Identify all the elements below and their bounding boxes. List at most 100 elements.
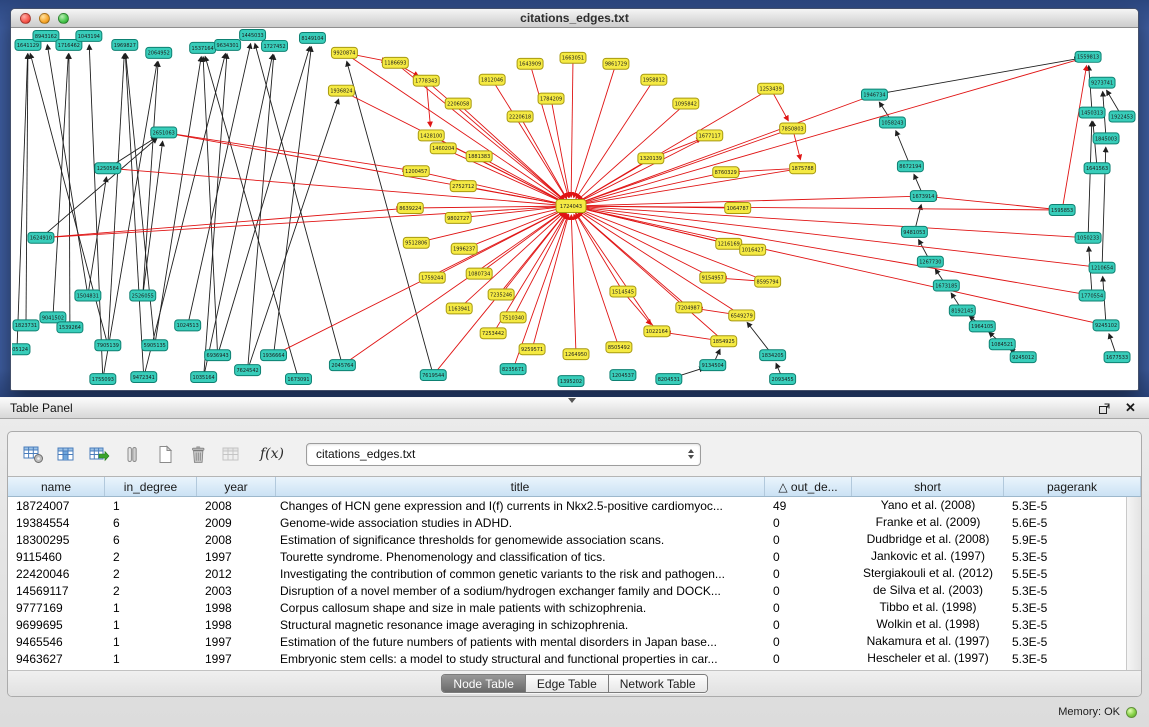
graph-node[interactable]: 1186693 (382, 57, 408, 68)
graph-node[interactable]: 1677533 (1104, 352, 1130, 363)
cell-out-degree[interactable]: 0 (765, 533, 852, 547)
float-panel-icon[interactable] (1096, 400, 1113, 417)
graph-node[interactable]: 1643909 (517, 58, 543, 69)
cell-pagerank[interactable]: 5.3E-5 (1004, 618, 1126, 632)
cell-name[interactable]: 9465546 (8, 635, 105, 649)
graph-node[interactable]: 8235671 (500, 364, 526, 375)
cell-title[interactable]: Tourette syndrome. Phenomenology and cla… (276, 550, 765, 564)
cell-year[interactable]: 2008 (197, 533, 276, 547)
graph-node[interactable]: 1854925 (711, 336, 737, 347)
graph-node[interactable]: 9472341 (131, 372, 157, 383)
graph-node[interactable]: 1035164 (191, 372, 217, 383)
tab-edge-table[interactable]: Edge Table (526, 675, 609, 692)
graph-node[interactable]: 1881383 (466, 151, 492, 162)
graph-node[interactable]: 1834205 (760, 350, 786, 361)
graph-node[interactable]: 9273741 (1089, 77, 1115, 88)
graph-node[interactable]: 1641563 (1084, 163, 1110, 174)
table-row[interactable]: 2242004622012Investigating the contribut… (8, 565, 1126, 582)
cell-title[interactable]: Genome-wide association studies in ADHD. (276, 516, 765, 530)
cell-in-degree[interactable]: 2 (105, 567, 197, 581)
graph-node[interactable]: 6549279 (729, 310, 755, 321)
cell-out-degree[interactable]: 49 (765, 499, 852, 513)
table-selector-dropdown[interactable]: citations_edges.txt (306, 443, 701, 466)
graph-node[interactable]: 1996237 (451, 243, 477, 254)
graph-node[interactable]: 1784209 (538, 93, 564, 104)
graph-node[interactable]: 1673185 (933, 280, 959, 291)
column-header-short[interactable]: short (852, 477, 1004, 496)
graph-node[interactable]: 1024513 (175, 320, 201, 331)
graph-node[interactable]: 1320139 (638, 153, 664, 164)
cell-name[interactable]: 22420046 (8, 567, 105, 581)
cell-pagerank[interactable]: 5.9E-5 (1004, 533, 1126, 547)
graph-node[interactable]: 1936824 (328, 85, 354, 96)
cell-short[interactable]: Jankovic et al. (1997) (852, 548, 1004, 565)
cell-out-degree[interactable]: 0 (765, 635, 852, 649)
cell-pagerank[interactable]: 5.3E-5 (1004, 635, 1126, 649)
graph-node[interactable]: 1875788 (790, 163, 816, 174)
graph-node[interactable]: 1084521 (989, 339, 1015, 350)
cell-in-degree[interactable]: 2 (105, 584, 197, 598)
cell-short[interactable]: Franke et al. (2009) (852, 514, 1004, 531)
graph-node[interactable]: 1755093 (90, 374, 116, 385)
graph-node[interactable]: 7204987 (676, 302, 702, 313)
graph-node[interactable]: 1050233 (1075, 232, 1101, 243)
graph-node[interactable]: 1022164 (644, 326, 670, 337)
graph-node[interactable]: 1624910 (28, 232, 54, 243)
cell-title[interactable]: Embryonic stem cells: a model to study s… (276, 652, 765, 666)
graph-node[interactable]: 1514545 (610, 286, 636, 297)
cell-pagerank[interactable]: 5.3E-5 (1004, 652, 1126, 666)
cell-short[interactable]: Stergiakouli et al. (2012) (852, 565, 1004, 582)
cell-short[interactable]: de Silva et al. (2003) (852, 582, 1004, 599)
cell-name[interactable]: 9115460 (8, 550, 105, 564)
table-row[interactable]: 946362711997Embryonic stem cells: a mode… (8, 650, 1126, 667)
cell-year[interactable]: 1997 (197, 652, 276, 666)
graph-node[interactable]: 1663051 (560, 52, 586, 63)
graph-node[interactable]: 1812046 (479, 74, 505, 85)
graph-node[interactable]: 1064787 (725, 203, 751, 214)
cell-pagerank[interactable]: 5.3E-5 (1004, 601, 1126, 615)
cell-name[interactable]: 18724007 (8, 499, 105, 513)
graph-node[interactable]: 9245102 (1093, 320, 1119, 331)
graph-node[interactable]: 7905139 (95, 340, 121, 351)
graph-node[interactable]: 1216169 (716, 238, 742, 249)
cell-in-degree[interactable]: 1 (105, 499, 197, 513)
zoom-button[interactable] (58, 13, 69, 24)
column-header-out_de[interactable]: △ out_de... (765, 477, 852, 496)
graph-node[interactable]: 1043194 (76, 30, 102, 41)
cell-pagerank[interactable]: 5.3E-5 (1004, 584, 1126, 598)
cell-out-degree[interactable]: 0 (765, 618, 852, 632)
graph-node[interactable]: 9245012 (1010, 352, 1036, 363)
new-document-icon[interactable] (152, 441, 178, 467)
tab-node-table[interactable]: Node Table (442, 675, 526, 692)
table-settings-icon[interactable] (20, 441, 46, 467)
cell-title[interactable]: Estimation of significance thresholds fo… (276, 533, 765, 547)
graph-node[interactable]: 9134504 (700, 360, 726, 371)
cell-pagerank[interactable]: 5.3E-5 (1004, 499, 1126, 513)
graph-node[interactable]: 7253442 (480, 328, 506, 339)
column-header-pagerank[interactable]: pagerank (1004, 477, 1141, 496)
graph-node[interactable]: 1504831 (75, 290, 101, 301)
graph-node[interactable]: 8595794 (755, 276, 781, 287)
graph-node[interactable]: 1922453 (1109, 111, 1135, 122)
graph-node[interactable]: 1200457 (403, 166, 429, 177)
graph-node[interactable]: 1210654 (1089, 262, 1115, 273)
graph-node[interactable]: 2220618 (507, 111, 533, 122)
cell-in-degree[interactable]: 1 (105, 635, 197, 649)
table-row[interactable]: 946554611997Estimation of the future num… (8, 633, 1126, 650)
cell-name[interactable]: 9699695 (8, 618, 105, 632)
cell-out-degree[interactable]: 0 (765, 652, 852, 666)
graph-node[interactable]: 1250584 (95, 163, 121, 174)
minimize-button[interactable] (39, 13, 50, 24)
rows-icon[interactable] (119, 441, 145, 467)
table-vertical-scrollbar[interactable] (1126, 497, 1141, 670)
graph-node[interactable]: 7235246 (488, 289, 514, 300)
cell-year[interactable]: 2012 (197, 567, 276, 581)
graph-node[interactable]: 9512806 (403, 237, 429, 248)
graph-node[interactable]: 1016427 (740, 244, 766, 255)
graph-node[interactable]: 1537164 (190, 42, 216, 53)
import-table-icon[interactable] (218, 441, 244, 467)
column-header-title[interactable]: title (276, 477, 765, 496)
network-canvas-area[interactable]: 1724043106478712161699154957720498710221… (12, 29, 1137, 389)
graph-node[interactable]: 1724043 (556, 200, 586, 213)
graph-node[interactable]: 6936943 (205, 350, 231, 361)
